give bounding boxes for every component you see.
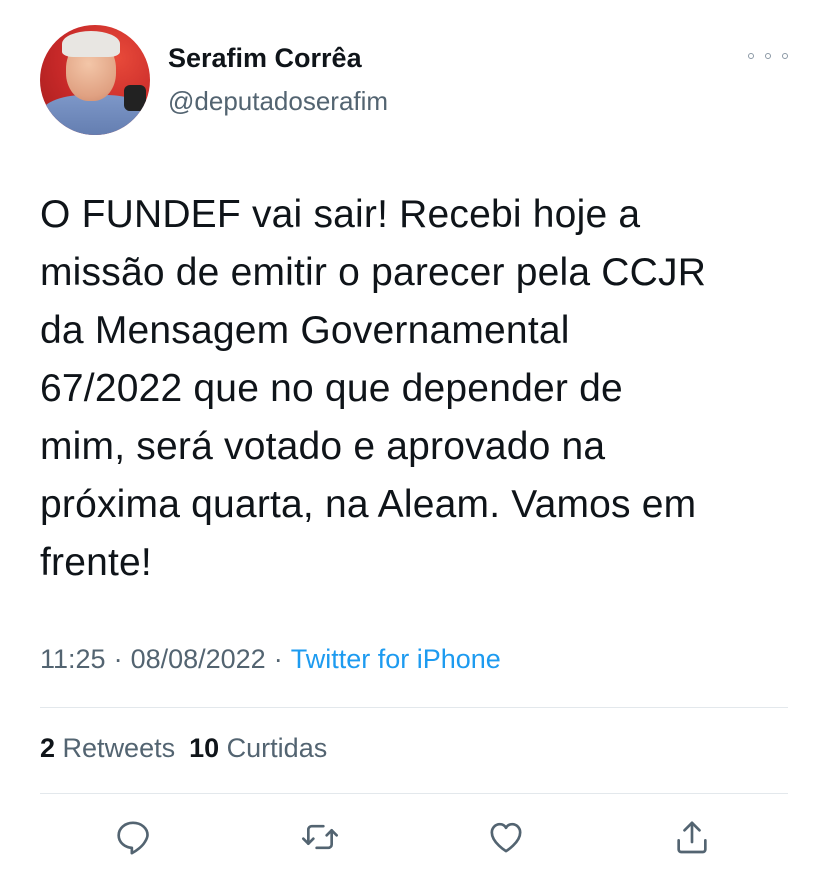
like-button[interactable] — [484, 815, 528, 859]
tweet-text-line: O FUNDEF vai sair! Recebi hoje a — [40, 193, 641, 236]
retweet-button[interactable] — [298, 815, 342, 859]
retweet-icon — [302, 824, 338, 850]
meta-separator: · — [273, 644, 283, 674]
heart-icon — [490, 822, 522, 853]
tweet-detail: Serafim Corrêa @deputadoserafim O FUNDEF… — [0, 0, 828, 889]
tweet-text-line: missão de emitir o parecer pela CCJR — [40, 251, 707, 294]
tweet-text-line: mim, será votado e aprovado na — [40, 425, 606, 468]
likes-count: 10 — [189, 733, 220, 763]
tweet-time: 11:25 — [40, 644, 106, 674]
tweet-text: O FUNDEF vai sair! Recebi hoje a missão … — [40, 186, 800, 592]
share-button[interactable] — [670, 815, 714, 859]
tweet-text-line: da Mensagem Governamental — [40, 309, 570, 352]
likes-label: Curtidas — [226, 733, 328, 763]
tweet-text-line: próxima quarta, na Aleam. Vamos em — [40, 483, 697, 526]
tweet-meta: 11:25 · 08/08/2022 · Twitter for iPhone — [40, 644, 501, 675]
tweet-text-line: frente! — [40, 541, 152, 584]
more-options-icon[interactable] — [748, 46, 788, 66]
reply-icon — [117, 821, 149, 855]
tweet-text-line: 67/2022 que no que depender de — [40, 367, 623, 410]
divider — [40, 707, 788, 708]
avatar[interactable] — [40, 25, 150, 135]
tweet-date: 08/08/2022 — [130, 644, 266, 674]
retweets-stat[interactable]: 2 Retweets — [40, 733, 175, 763]
share-icon — [677, 821, 707, 854]
retweets-count: 2 — [40, 733, 56, 763]
author-name[interactable]: Serafim Corrêa — [168, 43, 362, 74]
divider — [40, 793, 788, 794]
tweet-stats: 2 Retweets 10 Curtidas — [40, 733, 327, 764]
author-handle[interactable]: @deputadoserafim — [168, 86, 388, 117]
tweet-actions — [0, 815, 828, 865]
tweet-source-link[interactable]: Twitter for iPhone — [291, 644, 501, 674]
meta-separator: · — [113, 644, 123, 674]
reply-button[interactable] — [111, 815, 155, 859]
likes-stat[interactable]: 10 Curtidas — [189, 733, 327, 763]
retweets-label: Retweets — [62, 733, 176, 763]
